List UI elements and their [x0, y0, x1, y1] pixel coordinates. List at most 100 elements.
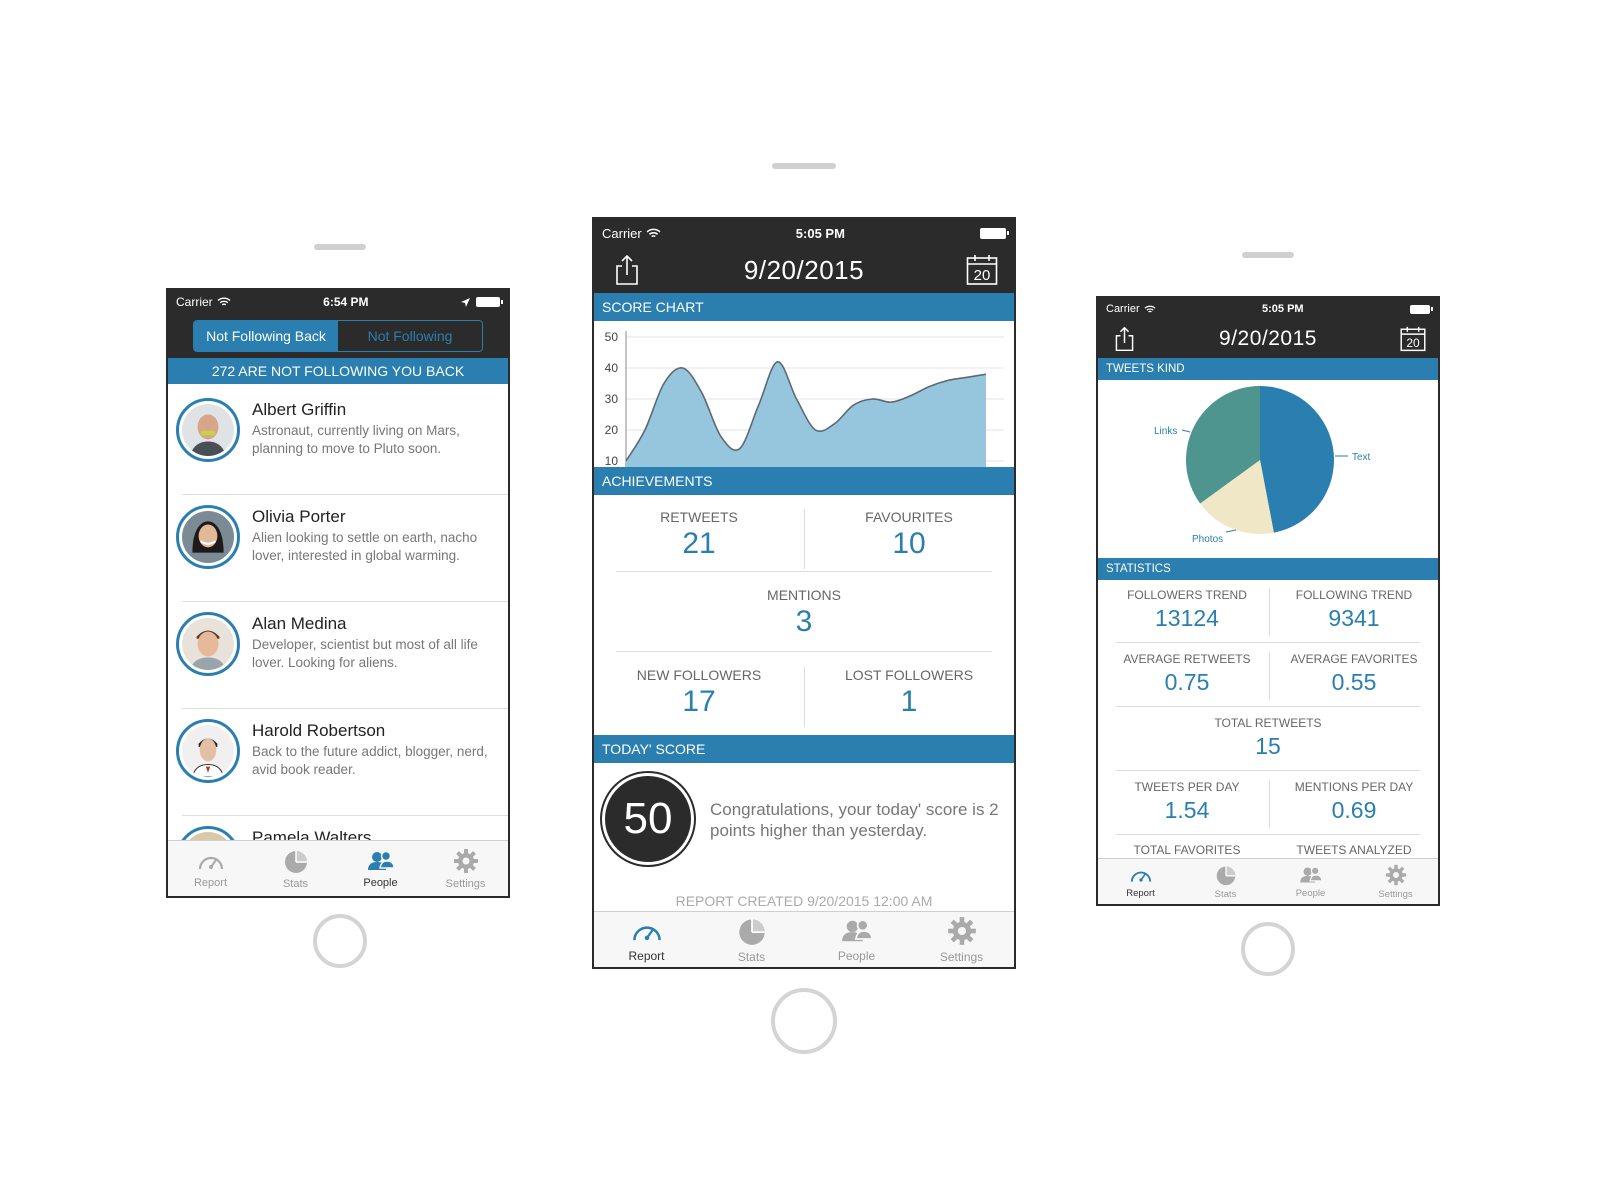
list-item[interactable]: Pamela Walters — [168, 816, 508, 840]
stat-label: TWEETS ANALYZED — [1296, 843, 1412, 857]
share-icon — [1115, 326, 1134, 352]
pie-chart-icon — [738, 918, 765, 945]
avatar-photo — [182, 832, 234, 840]
tab-settings[interactable]: Settings — [1353, 859, 1438, 904]
stat-label: LOST FOLLOWERS — [844, 667, 974, 683]
home-button[interactable] — [313, 914, 367, 968]
statistics-grid: FOLLOWERS TREND 13124 FOLLOWING TREND 93… — [1098, 580, 1438, 860]
battery-icon — [980, 227, 1009, 239]
tab-label: People — [363, 876, 398, 889]
stat-value: 0.69 — [1331, 797, 1377, 823]
stat-label: TOTAL RETWEETS — [1214, 716, 1322, 730]
calendar-button[interactable]: 20 — [966, 254, 998, 286]
tab-settings[interactable]: Settings — [909, 912, 1014, 967]
pie-chart-svg — [1181, 386, 1348, 534]
average-retweets-stat: AVERAGE RETWEETS 0.75 — [1112, 652, 1262, 696]
share-button[interactable] — [1114, 326, 1135, 352]
status-bar: Carrier 6:54 PM — [168, 290, 508, 314]
list-item[interactable]: Albert Griffin Astronaut, currently livi… — [168, 388, 508, 495]
page-title: 9/20/2015 — [1219, 327, 1317, 350]
nav-bar: 9/20/2015 20 — [594, 247, 1014, 293]
stat-label: FAVOURITES — [865, 509, 953, 525]
stat-label: FOLLOWERS TREND — [1127, 588, 1247, 602]
tab-label: People — [837, 948, 876, 963]
status-time: 5:05 PM — [1262, 303, 1304, 315]
people-screen: Carrier 6:54 PM Not Following Back Not F… — [166, 288, 510, 898]
list-item[interactable]: Harold Robertson Back to the future addi… — [168, 709, 508, 816]
share-button[interactable] — [614, 254, 640, 286]
today-score-header: TODAY' SCORE — [594, 735, 1014, 763]
today-score-panel: 50 Congratulations, your today' score is… — [594, 763, 1014, 913]
score-badge: 50 — [602, 773, 694, 865]
tab-bar: Report Stats People Settings — [594, 911, 1014, 967]
tab-stats[interactable]: Stats — [253, 841, 338, 896]
share-icon — [616, 254, 638, 285]
tab-people[interactable]: People — [338, 841, 423, 896]
pie-label-photos: Photos — [1192, 534, 1224, 545]
segment-bar: Not Following Back Not Following — [168, 314, 508, 358]
phone-speaker — [1242, 252, 1294, 258]
segmented-control: Not Following Back Not Following — [193, 320, 483, 352]
list-item[interactable]: Alan Medina Developer, scientist but mos… — [168, 602, 508, 709]
person-name: Pamela Walters — [252, 828, 372, 840]
stat-label: AVERAGE FAVORITES — [1290, 652, 1418, 666]
list-item[interactable]: Olivia Porter Alien looking to settle on… — [168, 495, 508, 602]
people-icon — [367, 850, 395, 870]
people-list: Albert Griffin Astronaut, currently livi… — [168, 388, 508, 840]
tab-report[interactable]: Report — [168, 841, 253, 896]
tab-report[interactable]: Report — [594, 912, 699, 967]
stat-value: 0.55 — [1331, 669, 1377, 695]
tab-stats[interactable]: Stats — [1183, 859, 1268, 904]
tab-label: Stats — [1214, 888, 1237, 900]
tab-label: Report — [628, 948, 665, 963]
stat-value: 0.75 — [1164, 669, 1210, 695]
battery-icon — [1409, 304, 1433, 314]
person-bio: Alien looking to settle on earth, nacho … — [252, 530, 478, 563]
tab-label: Settings — [1378, 888, 1413, 900]
calendar-button[interactable]: 20 — [1400, 326, 1426, 352]
carrier-label: Carrier — [1106, 303, 1140, 315]
person-name: Albert Griffin — [252, 400, 347, 419]
tab-people[interactable]: People — [804, 912, 909, 967]
avatar-photo — [182, 618, 234, 670]
report-created-label: REPORT CREATED 9/20/2015 12:00 AM — [675, 893, 933, 909]
stat-label: AVERAGE RETWEETS — [1123, 652, 1251, 666]
stat-label: TOTAL FAVORITES — [1133, 843, 1241, 857]
total-retweets-stat: TOTAL RETWEETS 15 — [1098, 716, 1438, 760]
stats-screen: Carrier 5:05 PM 9/20/2015 20 TWEETS KIND… — [1096, 296, 1440, 906]
stat-value: 21 — [682, 527, 716, 560]
y-tick-label: 20 — [605, 423, 619, 437]
new-followers-stat: NEW FOLLOWERS 17 — [614, 667, 784, 719]
segment-not-following[interactable]: Not Following — [338, 321, 482, 351]
nav-bar: 9/20/2015 20 — [1098, 320, 1438, 358]
score-chart: 10 20 30 40 50 — [594, 321, 1014, 468]
home-button[interactable] — [771, 988, 837, 1054]
tab-label: Stats — [282, 877, 309, 890]
tab-label: Stats — [737, 949, 766, 964]
stat-value: 3 — [795, 605, 813, 638]
segment-not-following-back[interactable]: Not Following Back — [194, 321, 338, 351]
tab-report[interactable]: Report — [1098, 859, 1183, 904]
score-chart-svg: 10 20 30 40 50 — [605, 330, 1004, 468]
gauge-icon — [1130, 871, 1151, 882]
pie-label-text: Text — [1352, 452, 1371, 463]
divider — [1269, 652, 1270, 700]
tab-stats[interactable]: Stats — [699, 912, 804, 967]
mentions-stat: MENTIONS 3 — [594, 587, 1014, 639]
gear-icon — [453, 848, 478, 873]
stat-value: 17 — [682, 685, 716, 718]
divider — [616, 571, 992, 572]
avatar-photo — [182, 725, 234, 778]
status-bar: Carrier 5:05 PM — [1098, 298, 1438, 320]
tab-settings[interactable]: Settings — [423, 841, 508, 896]
tab-people[interactable]: People — [1268, 859, 1353, 904]
pie-leader-line — [1181, 429, 1191, 433]
home-button[interactable] — [1241, 922, 1295, 976]
tweets-kind-header: TWEETS KIND — [1098, 358, 1438, 380]
y-tick-label: 30 — [605, 392, 619, 406]
achievements-grid: RETWEETS 21 FAVOURITES 10 MENTIONS 3 NEW… — [594, 495, 1014, 735]
followers-trend-stat: FOLLOWERS TREND 13124 — [1112, 588, 1262, 632]
count-banner: 272 ARE NOT FOLLOWING YOU BACK — [168, 358, 508, 384]
stat-label: TWEETS PER DAY — [1134, 780, 1240, 794]
divider — [1116, 642, 1420, 643]
